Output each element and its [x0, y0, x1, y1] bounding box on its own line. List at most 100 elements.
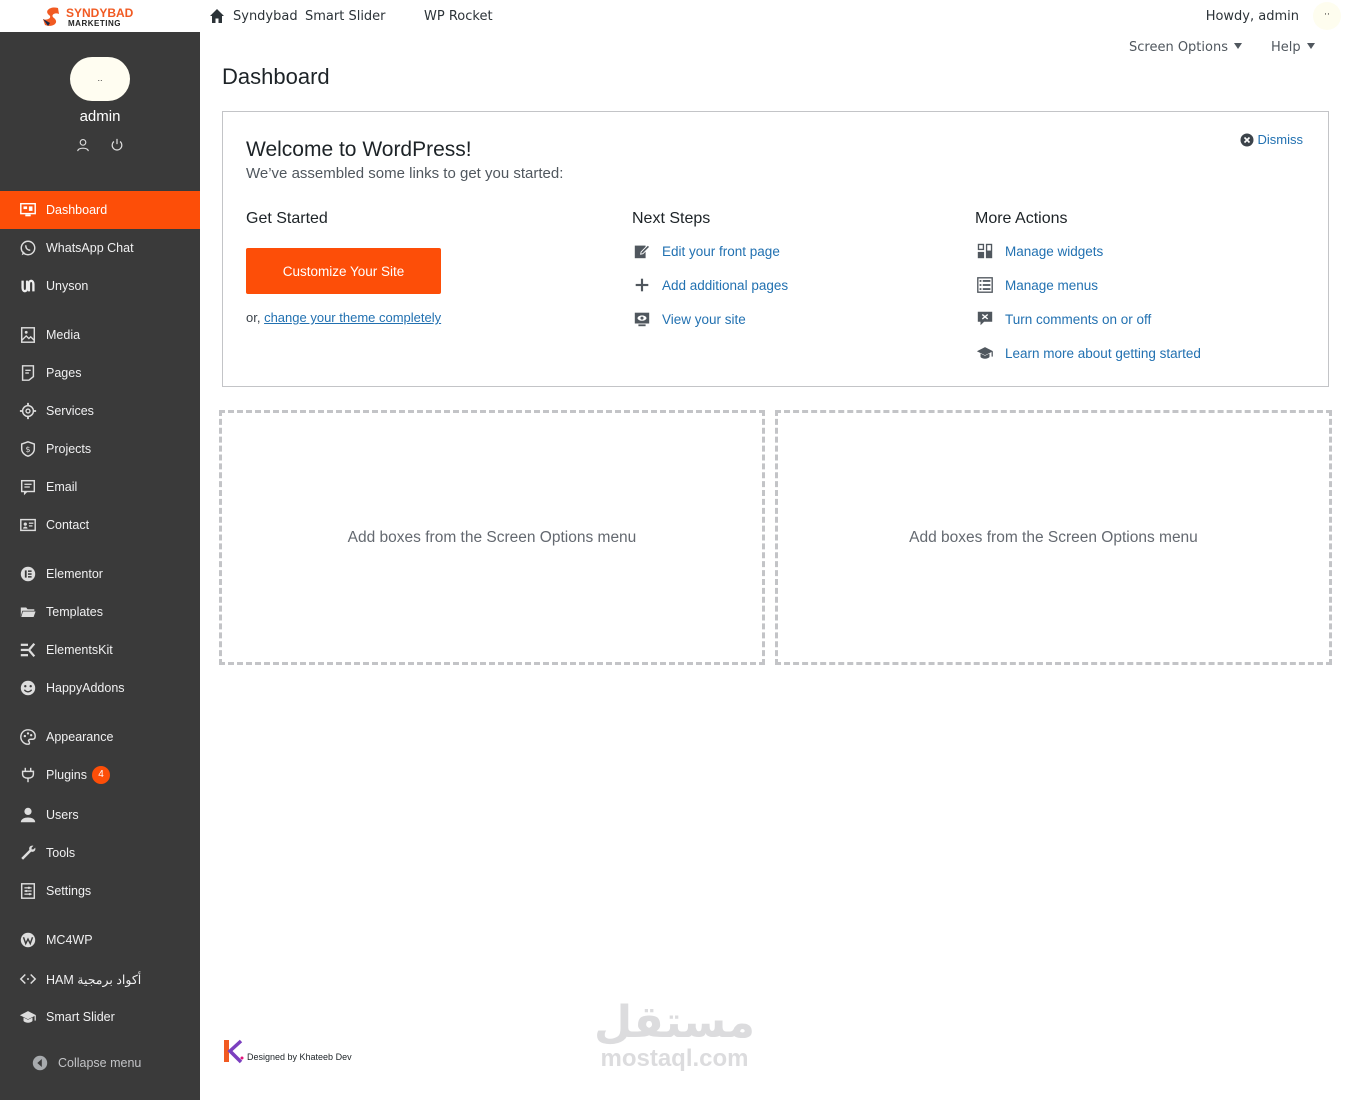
smart-slider-icon — [18, 1007, 38, 1027]
email-icon — [18, 477, 38, 497]
elementskit-icon — [18, 640, 38, 660]
sidebar-item-plugins[interactable]: Plugins 4 — [0, 756, 200, 794]
sidebar-item-label: Users — [46, 808, 79, 822]
sidebar-item-label: Services — [46, 404, 94, 418]
sidebar-item-happyaddons[interactable]: HappyAddons — [0, 669, 200, 707]
welcome-heading: Welcome to WordPress! — [246, 138, 472, 161]
adminbar-wp-rocket[interactable]: WP Rocket — [424, 9, 493, 24]
link-label: Manage menus — [1005, 277, 1099, 293]
welcome-about: We’ve assembled some links to get you st… — [246, 165, 564, 182]
happyaddons-icon — [18, 678, 38, 698]
sidebar-item-templates[interactable]: Templates — [0, 593, 200, 631]
sidebar-item-label: Projects — [46, 442, 92, 456]
collapse-menu-button[interactable]: Collapse menu — [0, 1044, 200, 1082]
adminbar-site-name[interactable]: Syndybad — [233, 9, 298, 24]
templates-icon — [18, 602, 38, 622]
link-label: View your site — [662, 311, 746, 327]
widgets-icon — [975, 241, 995, 261]
adminbar-avatar[interactable]: ·· — [1313, 2, 1341, 30]
help-toggle[interactable]: Help — [1271, 40, 1315, 55]
sidebar-item-elementskit[interactable]: ElementsKit — [0, 631, 200, 669]
plus-icon — [632, 275, 652, 295]
adminbar-howdy[interactable]: Howdy, admin — [1206, 9, 1299, 24]
footer-credit: Designed by Khateeb Dev — [221, 1038, 352, 1064]
dismiss-button[interactable]: Dismiss — [1240, 132, 1303, 147]
sidebar-item-mc4wp[interactable]: MC4WP — [0, 921, 200, 959]
sidebar-item-label: HAM أكواد برمجية — [46, 972, 142, 987]
watermark-arabic: مستقل — [594, 997, 755, 1048]
comments-off-icon — [975, 309, 995, 329]
sidebar-item-smart-slider[interactable]: Smart Slider — [0, 998, 200, 1036]
sidebar-item-media[interactable]: Media — [0, 316, 200, 354]
link-label: Edit your front page — [662, 243, 780, 259]
media-icon — [18, 325, 38, 345]
svg-text:$: $ — [25, 444, 30, 454]
sidebar-item-dashboard[interactable]: Dashboard — [0, 191, 200, 229]
sidebar-item-elementor[interactable]: Elementor — [0, 555, 200, 593]
settings-icon — [18, 881, 38, 901]
plugins-update-badge: 4 — [92, 766, 110, 784]
sidebar-item-users[interactable]: Users — [0, 796, 200, 834]
sidebar-item-pages[interactable]: Pages — [0, 354, 200, 392]
dashboard-dropzone-right[interactable]: Add boxes from the Screen Options menu — [775, 410, 1332, 665]
plugins-icon — [18, 765, 38, 785]
logo-line2: MARKETING — [68, 19, 121, 28]
sidebar-item-email[interactable]: Email — [0, 468, 200, 506]
sidebar-item-appearance[interactable]: Appearance — [0, 718, 200, 756]
sidebar-item-whatsapp-chat[interactable]: WhatsApp Chat — [0, 229, 200, 267]
dashboard-dropzone-left[interactable]: Add boxes from the Screen Options menu — [219, 410, 765, 665]
code-icon — [18, 969, 38, 989]
services-icon — [18, 401, 38, 421]
sidebar-item-label: Tools — [46, 846, 76, 860]
sidebar-item-label: Settings — [46, 884, 92, 898]
adminbar-smart-slider[interactable]: Smart Slider — [305, 9, 386, 24]
sidebar-item-label: Smart Slider — [46, 1010, 115, 1024]
mostaql-watermark: مستقل mostaql.com — [592, 1000, 757, 1072]
manage-menus-link[interactable]: Manage menus — [975, 275, 1098, 295]
sidebar-item-label: Appearance — [46, 730, 114, 744]
view-site-link[interactable]: View your site — [632, 309, 746, 329]
chevron-down-icon — [1234, 43, 1242, 49]
sidebar-item-unyson[interactable]: Unyson — [0, 267, 200, 305]
home-icon[interactable] — [209, 8, 225, 24]
graduation-cap-icon — [975, 343, 995, 363]
sidebar-item-label: Elementor — [46, 567, 103, 581]
dashboard-icon — [18, 200, 38, 220]
sidebar-item-services[interactable]: Services — [0, 392, 200, 430]
unyson-icon — [18, 276, 38, 296]
site-logo[interactable]: SYNDYBAD MARKETING — [40, 4, 140, 30]
sidebar-item-contact[interactable]: Contact — [0, 506, 200, 544]
customize-site-button[interactable]: Customize Your Site — [246, 248, 441, 294]
sidebar-item-ham-code[interactable]: HAM أكواد برمجية — [0, 960, 200, 998]
edit-front-page-link[interactable]: Edit your front page — [632, 241, 780, 261]
manage-widgets-link[interactable]: Manage widgets — [975, 241, 1103, 261]
add-pages-link[interactable]: Add additional pages — [632, 275, 788, 295]
watermark-latin: mostaql.com — [600, 1045, 749, 1072]
sidebar-profile: .. admin — [0, 32, 200, 190]
more-actions-heading: More Actions — [975, 210, 1068, 227]
get-started-heading: Get Started — [246, 210, 328, 227]
profile-avatar[interactable]: .. — [70, 57, 130, 101]
sidebar-item-projects[interactable]: $ Projects — [0, 430, 200, 468]
collapse-menu-label: Collapse menu — [58, 1056, 142, 1070]
learn-more-link[interactable]: Learn more about getting started — [975, 343, 1201, 363]
page-title: Dashboard — [222, 64, 330, 89]
contact-icon — [18, 515, 38, 535]
syndybad-logo-icon — [43, 7, 59, 26]
sidebar-item-tools[interactable]: Tools — [0, 834, 200, 872]
next-steps-heading: Next Steps — [632, 210, 711, 227]
screen-options-toggle[interactable]: Screen Options — [1129, 40, 1242, 55]
link-label: Turn comments on or off — [1005, 311, 1152, 327]
admin-sidebar: .. admin Dashboard WhatsApp Chat Unyson … — [0, 32, 200, 1100]
sidebar-item-label: ElementsKit — [46, 643, 113, 657]
edit-page-icon — [632, 241, 652, 261]
profile-user-icon[interactable] — [76, 138, 90, 152]
or-text: or, — [246, 310, 265, 325]
profile-name: admin — [79, 108, 121, 125]
sidebar-item-label: Plugins — [46, 768, 87, 782]
logout-power-icon[interactable] — [110, 138, 124, 152]
sidebar-item-settings[interactable]: Settings — [0, 872, 200, 910]
change-theme-link[interactable]: change your theme completely — [264, 310, 441, 325]
sidebar-item-label: Contact — [46, 518, 90, 532]
toggle-comments-link[interactable]: Turn comments on or off — [975, 309, 1151, 329]
